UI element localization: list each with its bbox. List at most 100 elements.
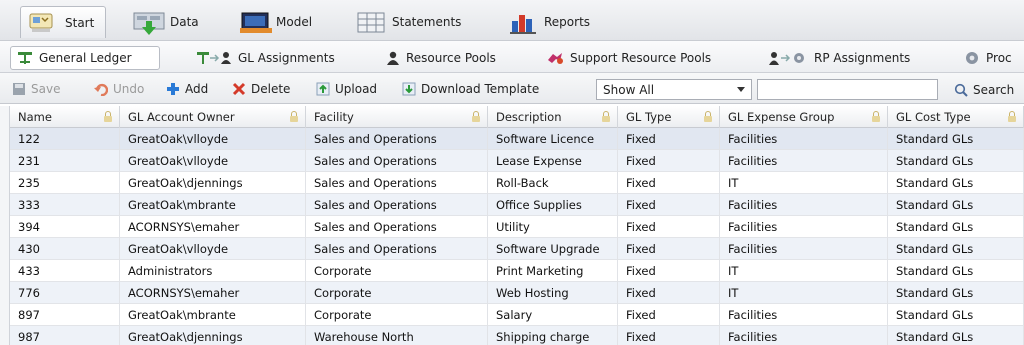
table-cell[interactable]: Standard GLs bbox=[888, 326, 1024, 345]
table-cell[interactable]: IT bbox=[720, 172, 888, 194]
table-cell[interactable]: Standard GLs bbox=[888, 260, 1024, 282]
table-cell[interactable]: Facilities bbox=[720, 304, 888, 326]
subtab-gl-assignments[interactable]: GL Assignments bbox=[190, 46, 360, 70]
column-header[interactable]: Facility bbox=[306, 106, 488, 128]
table-cell[interactable]: Web Hosting bbox=[488, 282, 618, 304]
tab-statements[interactable]: Statements bbox=[348, 6, 476, 38]
table-cell[interactable]: Facilities bbox=[720, 150, 888, 172]
table-row[interactable]: 235 GreatOak\djennings Sales and Operation… bbox=[10, 172, 1024, 194]
table-cell[interactable]: 433 bbox=[10, 260, 120, 282]
table-cell[interactable]: 430 bbox=[10, 238, 120, 260]
table-cell[interactable]: GreatOak\vlloyde bbox=[120, 238, 306, 260]
table-cell[interactable]: Sales and Operations bbox=[306, 128, 488, 150]
table-cell[interactable]: Fixed bbox=[618, 216, 720, 238]
table-cell[interactable]: Facilities bbox=[720, 194, 888, 216]
table-cell[interactable]: ACORNSYS\emaher bbox=[120, 216, 306, 238]
subtab-resource-pools[interactable]: Resource Pools bbox=[380, 46, 520, 70]
table-cell[interactable]: Lease Expense bbox=[488, 150, 618, 172]
table-row[interactable]: 433 Administrators Corporate Print Marketin… bbox=[10, 260, 1024, 282]
table-row[interactable]: 776 ACORNSYS\emaher Corporate Web Hosting Fi… bbox=[10, 282, 1024, 304]
table-cell[interactable]: Facilities bbox=[720, 128, 888, 150]
tab-data[interactable]: Data bbox=[126, 6, 216, 38]
table-cell[interactable]: Fixed bbox=[618, 282, 720, 304]
table-cell[interactable]: 231 bbox=[10, 150, 120, 172]
column-header[interactable]: GL Account Owner bbox=[120, 106, 306, 128]
table-cell[interactable]: Sales and Operations bbox=[306, 238, 488, 260]
column-header[interactable]: GL Cost Type bbox=[888, 106, 1024, 128]
table-cell[interactable]: GreatOak\mbrante bbox=[120, 194, 306, 216]
table-cell[interactable]: Corporate bbox=[306, 282, 488, 304]
table-cell[interactable]: Fixed bbox=[618, 326, 720, 345]
table-cell[interactable]: Fixed bbox=[618, 238, 720, 260]
subtab-processes[interactable]: Proc bbox=[958, 46, 1024, 70]
table-cell[interactable]: Standard GLs bbox=[888, 282, 1024, 304]
table-cell[interactable]: IT bbox=[720, 282, 888, 304]
table-cell[interactable]: Standard GLs bbox=[888, 128, 1024, 150]
table-cell[interactable]: Corporate bbox=[306, 304, 488, 326]
table-row[interactable]: 122 GreatOak\vlloyde Sales and Operations S… bbox=[10, 128, 1024, 150]
delete-button[interactable]: Delete bbox=[232, 80, 290, 98]
subtab-support-resource-pools[interactable]: Support Resource Pools bbox=[540, 46, 740, 70]
table-cell[interactable]: Facilities bbox=[720, 238, 888, 260]
table-cell[interactable]: Roll-Back bbox=[488, 172, 618, 194]
table-cell[interactable]: 987 bbox=[10, 326, 120, 345]
table-cell[interactable]: Fixed bbox=[618, 128, 720, 150]
table-cell[interactable]: IT bbox=[720, 260, 888, 282]
table-row[interactable]: 430 GreatOak\vlloyde Sales and Operations S… bbox=[10, 238, 1024, 260]
table-cell[interactable]: GreatOak\djennings bbox=[120, 326, 306, 345]
table-cell[interactable]: Standard GLs bbox=[888, 304, 1024, 326]
table-cell[interactable]: Fixed bbox=[618, 304, 720, 326]
table-cell[interactable]: Print Marketing bbox=[488, 260, 618, 282]
table-cell[interactable]: Administrators bbox=[120, 260, 306, 282]
table-cell[interactable]: Fixed bbox=[618, 260, 720, 282]
table-row[interactable]: 231 GreatOak\vlloyde Sales and Operations L… bbox=[10, 150, 1024, 172]
table-cell[interactable]: 394 bbox=[10, 216, 120, 238]
table-cell[interactable]: Fixed bbox=[618, 150, 720, 172]
column-header[interactable]: GL Expense Group bbox=[720, 106, 888, 128]
tab-reports[interactable]: Reports bbox=[500, 6, 610, 38]
table-cell[interactable]: Software Licence bbox=[488, 128, 618, 150]
table-cell[interactable]: Software Upgrade bbox=[488, 238, 618, 260]
table-cell[interactable]: Standard GLs bbox=[888, 194, 1024, 216]
table-cell[interactable]: Salary bbox=[488, 304, 618, 326]
column-header[interactable]: Description bbox=[488, 106, 618, 128]
table-cell[interactable]: Facilities bbox=[720, 216, 888, 238]
subtab-general-ledger[interactable]: General Ledger bbox=[10, 46, 160, 70]
table-cell[interactable]: GreatOak\mbrante bbox=[120, 304, 306, 326]
search-button[interactable]: Search bbox=[954, 80, 1014, 100]
column-header[interactable]: Name bbox=[10, 106, 120, 128]
table-cell[interactable]: GreatOak\vlloyde bbox=[120, 150, 306, 172]
undo-button[interactable]: Undo bbox=[94, 80, 144, 98]
table-cell[interactable]: Shipping charge bbox=[488, 326, 618, 345]
table-cell[interactable]: Sales and Operations bbox=[306, 150, 488, 172]
table-cell[interactable]: 122 bbox=[10, 128, 120, 150]
table-cell[interactable]: 235 bbox=[10, 172, 120, 194]
filter-select[interactable]: Show All bbox=[596, 79, 752, 100]
add-button[interactable]: Add bbox=[166, 80, 208, 98]
table-row[interactable]: 333 GreatOak\mbrante Sales and Operations O… bbox=[10, 194, 1024, 216]
save-button[interactable]: Save bbox=[12, 80, 60, 98]
tab-start[interactable]: Start bbox=[20, 6, 106, 38]
tab-model[interactable]: Model bbox=[232, 6, 332, 38]
table-row[interactable]: 897 GreatOak\mbrante Corporate Salary Fixed F… bbox=[10, 304, 1024, 326]
table-cell[interactable]: ACORNSYS\emaher bbox=[120, 282, 306, 304]
table-cell[interactable]: GreatOak\vlloyde bbox=[120, 128, 306, 150]
subtab-rp-assignments[interactable]: RP Assignments bbox=[762, 46, 932, 70]
table-cell[interactable]: Standard GLs bbox=[888, 216, 1024, 238]
table-row[interactable]: 987 GreatOak\djennings Warehouse North Ship… bbox=[10, 326, 1024, 345]
column-header[interactable]: GL Type bbox=[618, 106, 720, 128]
upload-button[interactable]: Upload bbox=[316, 80, 377, 98]
table-cell[interactable]: Standard GLs bbox=[888, 172, 1024, 194]
search-input[interactable] bbox=[757, 79, 938, 100]
download-template-button[interactable]: Download Template bbox=[402, 80, 539, 98]
table-cell[interactable]: Fixed bbox=[618, 194, 720, 216]
table-cell[interactable]: Fixed bbox=[618, 172, 720, 194]
table-cell[interactable]: Standard GLs bbox=[888, 238, 1024, 260]
table-row[interactable]: 394 ACORNSYS\emaher Sales and Operations Ut… bbox=[10, 216, 1024, 238]
table-cell[interactable]: Sales and Operations bbox=[306, 216, 488, 238]
table-cell[interactable]: GreatOak\djennings bbox=[120, 172, 306, 194]
table-cell[interactable]: Corporate bbox=[306, 260, 488, 282]
table-cell[interactable]: 333 bbox=[10, 194, 120, 216]
table-cell[interactable]: Office Supplies bbox=[488, 194, 618, 216]
table-cell[interactable]: Standard GLs bbox=[888, 150, 1024, 172]
